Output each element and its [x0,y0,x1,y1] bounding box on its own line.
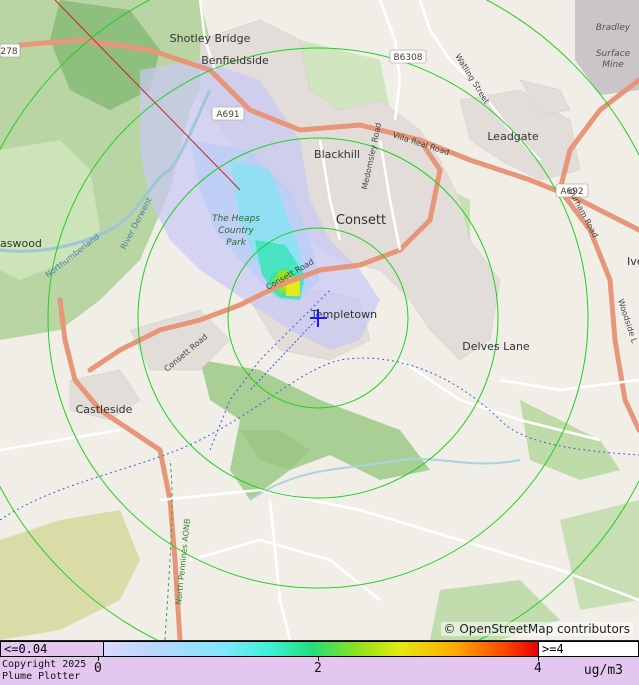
road-shield-a68: 278 [0,43,21,58]
copyright-notice: Copyright 2025 Plume Plotter [2,659,86,683]
place-shotley-bridge: Shotley Bridge [170,32,251,45]
plume-plotter-view: A691 B6308 A692 278 Villa Real Road Medo… [0,0,639,685]
road-b6308-label: B6308 [393,53,422,63]
legend-low-label: <=0.04 [0,641,104,657]
place-delves-lane: Delves Lane [462,340,530,353]
tick-label-2: 2 [314,661,322,676]
park-label-line1: The Heaps [212,214,260,224]
place-castleside: Castleside [76,403,133,416]
copyright-line-2: Plume Plotter [2,671,81,682]
legend-bar: <=0.04 >=4 Copyright 2025 Plume Plotter … [0,640,639,685]
road-a68-label: 278 [0,47,17,57]
park-label-line2: Country [218,226,254,236]
place-templetown: Templetown [310,308,377,321]
legend-high-label: >=4 [538,641,639,657]
place-leadgate: Leadgate [487,130,538,143]
place-iveston: Ive [627,255,639,268]
legend-color-scale [104,641,538,657]
copyright-line-1: Copyright 2025 [2,659,87,670]
park-label-line3: Park [226,238,247,248]
place-blackhill: Blackhill [314,148,360,161]
place-bradley-line3: Mine [602,60,624,70]
units-label: ug/m3 [583,663,623,678]
place-laswood: aswood [0,237,42,250]
road-a691-label: A691 [216,110,239,120]
place-consett: Consett [336,213,386,228]
place-benfieldside: Benfieldside [201,54,269,67]
map-canvas[interactable]: A691 B6308 A692 278 Villa Real Road Medo… [0,0,639,640]
tick-label-0: 0 [94,661,102,676]
map-attribution[interactable]: © OpenStreetMap contributors [440,622,633,636]
place-bradley-line1: Bradley [596,23,631,33]
tick-label-4: 4 [534,661,542,676]
road-shield-a691: A691 [211,106,245,121]
road-shield-b6308: B6308 [389,49,427,64]
place-bradley-line2: Surface [596,49,631,59]
